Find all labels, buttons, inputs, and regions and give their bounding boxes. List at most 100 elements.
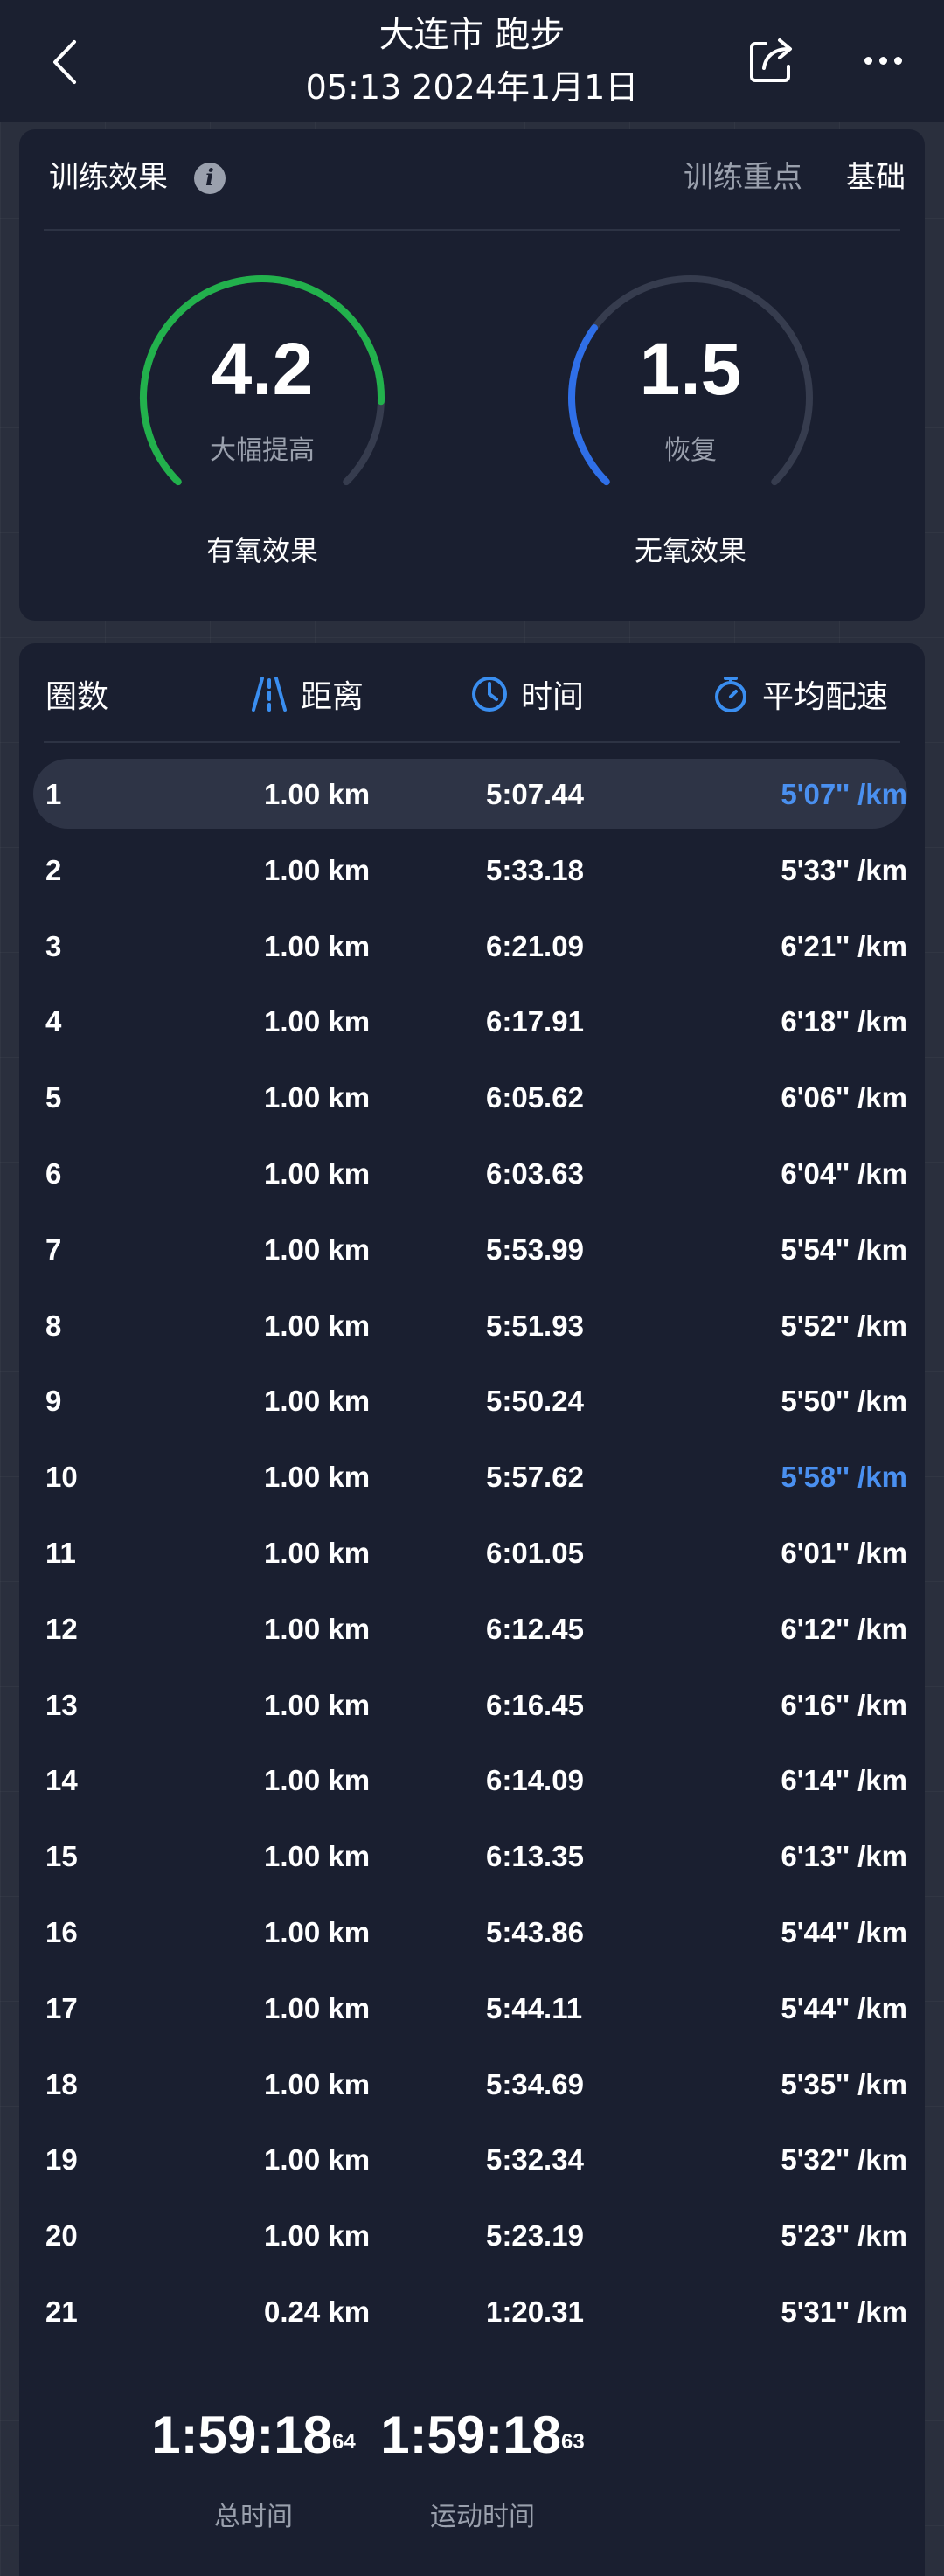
lap-number: 11 xyxy=(45,1536,76,1569)
training-focus-label: 训练重点 xyxy=(684,160,802,195)
row-highlight xyxy=(33,759,907,829)
lap-number: 7 xyxy=(45,1232,62,1266)
table-row[interactable]: 20 1.00 km 5:23.19 5'23'' /km xyxy=(19,2198,925,2274)
table-row[interactable]: 2 1.00 km 5:33.18 5'33'' /km xyxy=(19,833,925,909)
lap-pace: 5'44'' /km xyxy=(781,1991,907,2024)
lap-distance: 1.00 km xyxy=(264,1764,371,1797)
lap-pace: 5'44'' /km xyxy=(781,1915,907,1948)
table-row[interactable]: 8 1.00 km 5:51.93 5'52'' /km xyxy=(19,1288,925,1364)
lap-number: 5 xyxy=(45,1081,62,1114)
lap-number: 21 xyxy=(45,2295,78,2328)
aerobic-value: 4.2 xyxy=(211,328,314,410)
share-icon[interactable] xyxy=(745,35,797,87)
lap-distance: 1.00 km xyxy=(264,1232,371,1266)
lap-pace: 6'06'' /km xyxy=(781,1081,907,1114)
lap-distance: 1.00 km xyxy=(264,1840,371,1873)
lap-pace: 6'04'' /km xyxy=(781,1156,907,1190)
lap-pace: 6'12'' /km xyxy=(781,1612,907,1645)
lap-number: 2 xyxy=(45,853,62,886)
lap-pace: 5'32'' /km xyxy=(781,2143,907,2177)
anaerobic-label: 无氧效果 xyxy=(634,534,746,567)
lap-number: 10 xyxy=(45,1461,78,1494)
total-time-block: 1:59:1864 总时间 xyxy=(122,2400,385,2535)
header-time: 时间 xyxy=(470,668,584,720)
lap-time: 5:44.11 xyxy=(486,1991,583,2024)
table-row[interactable]: 14 1.00 km 6:14.09 6'14'' /km xyxy=(19,1743,925,1819)
anaerobic-desc: 恢复 xyxy=(664,435,717,466)
lap-distance: 1.00 km xyxy=(264,1536,371,1569)
table-row[interactable]: 5 1.00 km 6:05.62 6'06'' /km xyxy=(19,1060,925,1136)
table-row[interactable]: 17 1.00 km 5:44.11 5'44'' /km xyxy=(19,1971,925,2047)
header-time-label: 时间 xyxy=(521,679,585,715)
lap-pace: 6'18'' /km xyxy=(781,1005,907,1038)
table-row[interactable]: 1 1.00 km 5:07.44 5'07'' /km xyxy=(19,757,925,833)
laps-header: 圈数 距离 时间 平均配速 xyxy=(19,668,925,720)
lap-number: 8 xyxy=(45,1309,62,1342)
lap-time: 6:21.09 xyxy=(486,929,584,962)
lap-time: 6:05.62 xyxy=(486,1081,584,1114)
aerobic-label: 有氧效果 xyxy=(205,534,318,567)
lap-distance: 1.00 km xyxy=(264,1156,371,1190)
total-time-label: 总时间 xyxy=(214,2502,293,2532)
lap-distance: 0.24 km xyxy=(264,2295,371,2328)
training-focus-value: 基础 xyxy=(846,160,906,195)
header-lap-label: 圈数 xyxy=(45,679,109,715)
lap-distance: 1.00 km xyxy=(264,2219,371,2253)
lap-number: 4 xyxy=(45,1005,62,1038)
header-pace: 平均配速 xyxy=(711,668,888,720)
lap-time: 6:03.63 xyxy=(486,1156,584,1190)
table-row[interactable]: 19 1.00 km 5:32.34 5'32'' /km xyxy=(19,2122,925,2198)
lap-time: 6:14.09 xyxy=(486,1764,584,1797)
divider xyxy=(44,229,900,231)
header-distance: 距离 xyxy=(250,668,364,720)
table-row[interactable]: 10 1.00 km 5:57.62 5'58'' /km xyxy=(19,1440,925,1516)
lap-number: 16 xyxy=(45,1915,78,1948)
table-row[interactable]: 11 1.00 km 6:01.05 6'01'' /km xyxy=(19,1516,925,1592)
lap-pace: 6'16'' /km xyxy=(781,1688,907,1721)
table-row[interactable]: 3 1.00 km 6:21.09 6'21'' /km xyxy=(19,909,925,985)
lap-pace: 5'54'' /km xyxy=(781,1232,907,1266)
page-subtitle: 05:13 2024年1月1日 xyxy=(305,68,639,107)
lap-time: 5:32.34 xyxy=(486,2143,584,2177)
lap-number: 15 xyxy=(45,1840,78,1873)
lap-distance: 1.00 km xyxy=(264,778,371,810)
lap-pace: 5'58'' /km xyxy=(781,1461,907,1494)
anaerobic-gauge: 1.5 恢复 xyxy=(559,271,822,498)
lap-number: 13 xyxy=(45,1688,78,1721)
lap-pace: 5'50'' /km xyxy=(781,1385,907,1418)
lap-number: 6 xyxy=(45,1156,62,1190)
table-row[interactable]: 6 1.00 km 6:03.63 6'04'' /km xyxy=(19,1136,925,1212)
lap-time: 5:57.62 xyxy=(486,1461,584,1494)
table-row[interactable]: 15 1.00 km 6:13.35 6'13'' /km xyxy=(19,1819,925,1895)
table-row[interactable]: 7 1.00 km 5:53.99 5'54'' /km xyxy=(19,1212,925,1288)
table-row[interactable]: 21 0.24 km 1:20.31 5'31'' /km xyxy=(19,2274,925,2350)
lap-distance: 1.00 km xyxy=(264,1385,371,1418)
table-row[interactable]: 9 1.00 km 5:50.24 5'50'' /km xyxy=(19,1364,925,1440)
lap-time: 5:33.18 xyxy=(486,853,584,886)
lap-distance: 1.00 km xyxy=(264,853,371,886)
table-row[interactable]: 4 1.00 km 6:17.91 6'18'' /km xyxy=(19,984,925,1060)
training-effect-title: 训练效果 xyxy=(49,160,168,195)
lap-number: 17 xyxy=(45,1991,78,2024)
lap-distance: 1.00 km xyxy=(264,1081,371,1114)
top-bar: 大连市 跑步 05:13 2024年1月1日 xyxy=(0,0,944,122)
info-icon[interactable]: i xyxy=(194,163,226,194)
lap-distance: 1.00 km xyxy=(264,1005,371,1038)
more-icon[interactable] xyxy=(857,38,909,82)
moving-time-block: 1:59:1863 运动时间 xyxy=(351,2400,614,2535)
lap-pace: 5'35'' /km xyxy=(781,2067,907,2100)
lap-pace: 5'52'' /km xyxy=(781,1309,907,1342)
lap-time: 1:20.31 xyxy=(486,2295,584,2328)
lap-number: 1 xyxy=(45,778,62,810)
moving-time-value: 1:59:1863 xyxy=(380,2406,585,2464)
header-pace-label: 平均配速 xyxy=(762,679,889,715)
header-distance-label: 距离 xyxy=(301,679,364,715)
table-row[interactable]: 18 1.00 km 5:34.69 5'35'' /km xyxy=(19,2047,925,2123)
table-row[interactable]: 12 1.00 km 6:12.45 6'12'' /km xyxy=(19,1592,925,1668)
table-row[interactable]: 13 1.00 km 6:16.45 6'16'' /km xyxy=(19,1668,925,1744)
laps-card: 圈数 距离 时间 平均配速 1 1.00 km 5:07.44 5'07'' /… xyxy=(19,643,925,2576)
lap-distance: 1.00 km xyxy=(264,1461,371,1494)
divider xyxy=(44,741,900,743)
lap-time: 6:17.91 xyxy=(486,1005,584,1038)
table-row[interactable]: 16 1.00 km 5:43.86 5'44'' /km xyxy=(19,1895,925,1971)
